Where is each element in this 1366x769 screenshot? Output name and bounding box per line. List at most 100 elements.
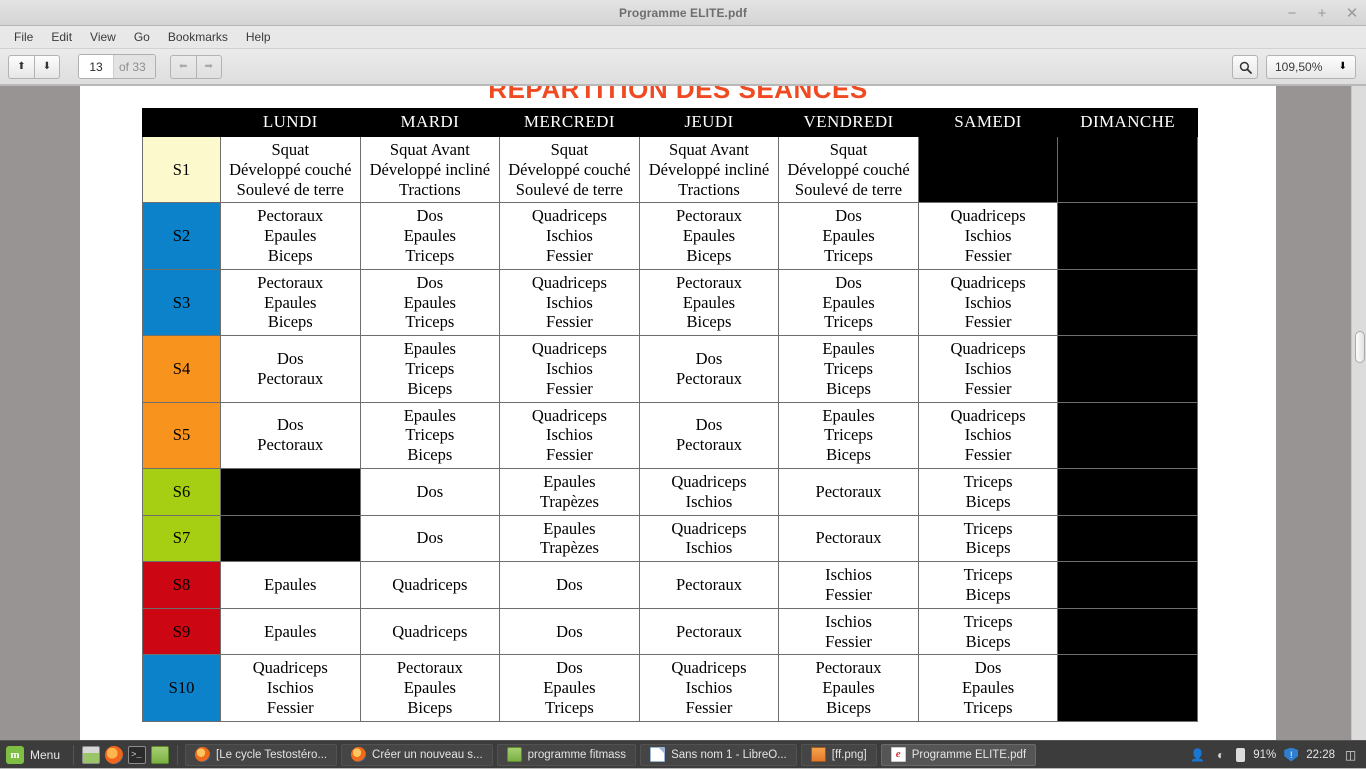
page-step-buttons: ⬆ ⬇ xyxy=(8,54,60,79)
exercise-line: Dos xyxy=(416,272,444,292)
pdf-viewer: RÉPARTITION DES SÉANCES LUNDI MARDI MERC… xyxy=(0,86,1366,740)
exercise-line: Ischios xyxy=(964,226,1012,246)
zoom-selector[interactable]: 109,50% ⬇ xyxy=(1266,55,1356,79)
taskbar-window-label: [ff.png] xyxy=(831,748,867,761)
quick-launch-bar: >_ xyxy=(77,745,174,764)
exercise-line: Pectoraux xyxy=(257,272,324,292)
taskbar-window-button[interactable]: [Le cycle Testostéro... xyxy=(185,743,338,766)
exercise-line: Epaules xyxy=(403,405,456,425)
shield-icon[interactable]: ! xyxy=(1284,747,1299,762)
menu-item-go[interactable]: Go xyxy=(127,28,157,46)
battery-icon[interactable] xyxy=(1236,747,1246,762)
taskbar-window-button[interactable]: [ff.png] xyxy=(800,743,877,766)
user-icon[interactable]: 👤 xyxy=(1190,747,1205,762)
taskbar-window-button[interactable]: Sans nom 1 - LibreO... xyxy=(640,743,797,766)
exercise-line: Triceps xyxy=(963,471,1013,491)
maximize-button[interactable]: + xyxy=(1314,6,1330,21)
exercise-line: Epaules xyxy=(264,621,317,641)
close-button[interactable]: ✕ xyxy=(1344,6,1360,21)
exercise-line: Trapèzes xyxy=(539,538,599,558)
next-page-button[interactable]: ⬇ xyxy=(34,54,60,79)
exercise-line: Fessier xyxy=(266,697,314,717)
search-button[interactable] xyxy=(1232,55,1258,79)
taskbar: m Menu >_ [Le cycle Testostéro... Créer u… xyxy=(0,740,1366,768)
exercise-line: Trapèzes xyxy=(539,491,599,511)
files-icon[interactable] xyxy=(151,745,170,764)
table-row: S3 Pectoraux Epaules Biceps Dos Epaules Tricep… xyxy=(142,268,1198,337)
previous-page-button[interactable]: ⬆ xyxy=(8,54,34,79)
arrow-down-icon: ⬇ xyxy=(42,60,52,72)
cell-s1-vendredi: Squat Développé couché Soulevé de terre xyxy=(778,135,919,204)
exercise-line: Epaules xyxy=(264,292,317,312)
clock-label[interactable]: 22:28 xyxy=(1306,749,1335,761)
exercise-line: Epaules xyxy=(822,339,875,359)
exercise-line: Epaules xyxy=(264,575,317,595)
menu-item-bookmarks[interactable]: Bookmarks xyxy=(161,28,235,46)
firefox-icon[interactable] xyxy=(105,745,124,764)
exercise-line: Pectoraux xyxy=(675,621,742,641)
cell-s10-mercredi: Dos Epaules Triceps xyxy=(499,654,640,722)
page-number-input[interactable] xyxy=(79,55,113,78)
exercise-line: Epaules xyxy=(543,471,596,491)
taskbar-window-button[interactable]: Créer un nouveau s... xyxy=(341,743,493,766)
cell-s10-lundi: Quadriceps Ischios Fessier xyxy=(220,654,361,722)
exercise-line: Fessier xyxy=(546,378,593,398)
scrollbar-thumb[interactable] xyxy=(1355,331,1365,363)
menu-item-edit[interactable]: Edit xyxy=(44,28,79,46)
exercise-line: Fessier xyxy=(964,378,1012,398)
cell-s3-mercredi: Quadriceps Ischios Fessier xyxy=(499,268,640,337)
column-header-samedi: SAMEDI xyxy=(917,108,1059,137)
minimize-button[interactable]: − xyxy=(1284,6,1300,21)
menu-item-file[interactable]: File xyxy=(7,28,40,46)
exercise-line: Fessier xyxy=(964,312,1012,332)
exercise-line: Quadriceps xyxy=(531,272,607,292)
firefox-icon xyxy=(195,747,211,762)
exercise-line: Quadriceps xyxy=(531,339,607,359)
exercise-line: Triceps xyxy=(824,425,873,445)
page-indicator: of 33 xyxy=(78,54,156,79)
exercise-line: Triceps xyxy=(405,358,455,378)
history-back-button[interactable]: ⬅ xyxy=(169,54,196,79)
terminal-icon[interactable]: >_ xyxy=(128,745,147,764)
history-forward-button[interactable]: ➡ xyxy=(195,54,222,79)
exercise-line: Triceps xyxy=(405,312,455,332)
column-header-mardi: MARDI xyxy=(359,108,501,137)
week-label-s2: S2 xyxy=(142,202,221,270)
exercise-line: Squat Avant xyxy=(389,140,470,159)
week-label-s5: S5 xyxy=(142,401,221,469)
vertical-scrollbar[interactable] xyxy=(1351,86,1366,740)
cell-s5-mardi: Epaules Triceps Biceps xyxy=(359,401,501,469)
menu-item-help[interactable]: Help xyxy=(239,28,278,46)
table-row: S10 Quadriceps Ischios Fessier Pectoraux Epau… xyxy=(142,654,1198,722)
window-title: Programme ELITE.pdf xyxy=(619,5,747,20)
taskbar-window-button[interactable]: programme fitmass xyxy=(496,743,637,766)
exercise-line: Triceps xyxy=(405,245,455,265)
chevron-down-icon: ⬇ xyxy=(1338,61,1347,72)
cell-s3-mardi: Dos Epaules Triceps xyxy=(359,268,501,337)
taskbar-window-button[interactable]: e Programme ELITE.pdf xyxy=(880,743,1037,766)
exercise-line: Squat xyxy=(550,140,589,159)
exercise-line: Soulevé de terre xyxy=(236,179,344,199)
exercise-line: Epaules xyxy=(403,292,456,312)
exercise-line: Fessier xyxy=(546,445,593,465)
exercise-line: Biceps xyxy=(826,445,871,465)
window-titlebar: Programme ELITE.pdf − + ✕ xyxy=(0,0,1366,26)
exercise-line: Développé couché xyxy=(787,159,910,179)
exercise-line: Pectoraux xyxy=(675,368,742,388)
workspace-switcher-icon[interactable]: ◫ xyxy=(1343,747,1358,762)
start-menu-button[interactable]: m Menu xyxy=(0,741,70,769)
show-desktop-icon[interactable] xyxy=(82,745,101,764)
cell-s10-vendredi: Pectoraux Epaules Biceps xyxy=(778,654,919,722)
pdf-icon: e xyxy=(890,747,906,762)
week-label-s1: S1 xyxy=(142,135,221,204)
cell-s3-jeudi: Pectoraux Epaules Biceps xyxy=(638,268,780,337)
wifi-icon[interactable]: ◐ xyxy=(1213,747,1228,762)
table-header-row: LUNDI MARDI MERCREDI JEUDI VENDREDI SAME… xyxy=(142,108,1198,137)
exercise-line: Triceps xyxy=(824,358,873,378)
document-heading: RÉPARTITION DES SÉANCES xyxy=(488,86,868,104)
menu-item-view[interactable]: View xyxy=(83,28,123,46)
exercise-line: Dos xyxy=(835,272,862,292)
exercise-line: Biceps xyxy=(407,445,453,465)
table-row: S2 Pectoraux Epaules Biceps Dos Epaules Tricep… xyxy=(142,202,1198,270)
history-nav-buttons: ⬅ ➡ xyxy=(169,54,222,79)
